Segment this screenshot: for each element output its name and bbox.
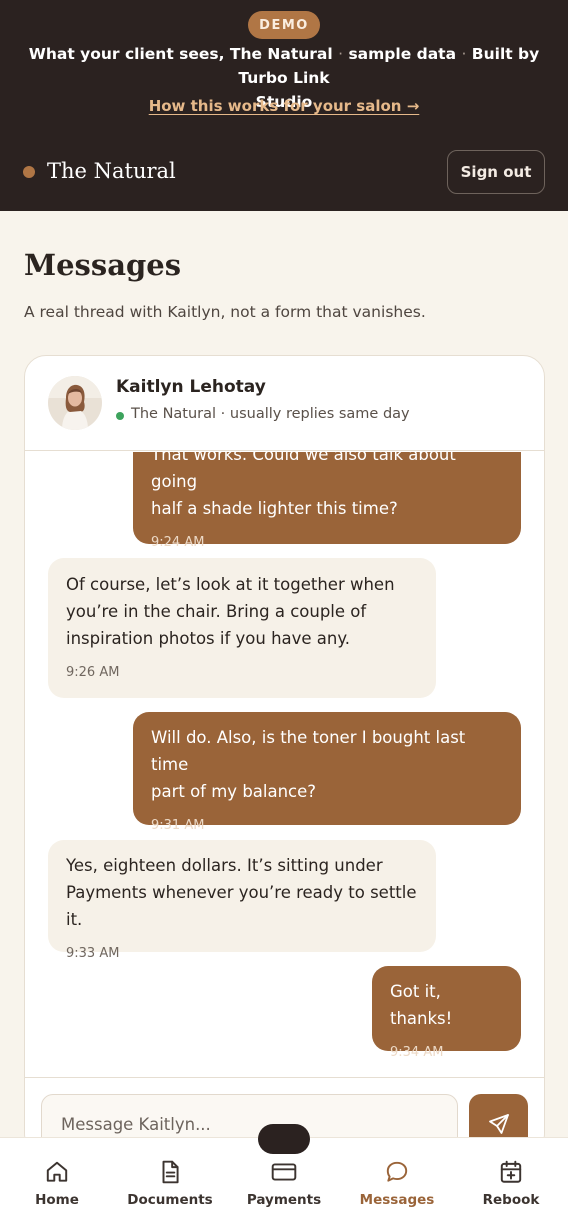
chat-bubble-icon [384,1158,410,1186]
home-icon [44,1158,70,1186]
brand-dot [23,166,35,178]
nav-home[interactable]: Home [1,1138,113,1230]
message-bubble-outgoing: Got it, thanks! 9:34 AM [372,966,521,1060]
nav-label: Payments [246,1192,322,1208]
demo-badge: DEMO [248,11,320,39]
banner-separator: · [338,45,344,63]
message-time: 9:34 AM [390,1045,444,1060]
avatar [48,376,102,430]
message-time: 9:33 AM [66,946,120,961]
nav-documents[interactable]: Documents [114,1138,226,1230]
brand-name: The Natural [47,159,176,183]
message-text: Of course, let’s look at it together whe… [66,575,395,648]
nav-label: Rebook [482,1192,540,1208]
how-it-works-link[interactable]: How this works for your salon → [0,97,568,115]
page-title: Messages [24,248,182,282]
message-thread[interactable]: That works. Could we also talk about goi… [25,452,544,1077]
message-text: That works. Could we also talk about goi… [151,452,456,518]
nav-rebook[interactable]: Rebook [455,1138,567,1230]
message-bubble-incoming: Yes, eighteen dollars. It’s sitting unde… [48,840,436,961]
online-status-dot [116,412,124,420]
page-subtitle: A real thread with Kaitlyn, not a form t… [24,303,426,321]
credit-card-icon [270,1158,298,1186]
message-text: Got it, thanks! [390,982,453,1028]
nav-label: Messages [359,1192,435,1208]
message-bubble-outgoing: That works. Could we also talk about goi… [133,452,521,550]
message-text: Will do. Also, is the toner I bought las… [151,728,466,801]
chat-card: Kaitlyn Lehotay The Natural · usually re… [24,355,545,1155]
message-bubble-incoming: Of course, let’s look at it together whe… [48,558,436,698]
contact-name: Kaitlyn Lehotay [116,377,266,397]
nav-label: Documents [127,1192,213,1208]
floating-pill [258,1124,310,1154]
message-time: 9:31 AM [151,818,205,833]
contact-status: The Natural · usually replies same day [131,406,410,422]
message-time: 9:26 AM [66,665,120,680]
chat-header: Kaitlyn Lehotay The Natural · usually re… [25,356,544,451]
demo-banner: DEMO What your client sees, The Natural … [0,0,568,211]
banner-separator: · [461,45,467,63]
message-text: Yes, eighteen dollars. It’s sitting unde… [66,856,417,929]
banner-text-part: sample data [348,45,457,63]
banner-text-part: What your client sees, The Natural [28,45,333,63]
nav-label: Home [35,1192,79,1208]
nav-messages[interactable]: Messages [341,1138,453,1230]
message-bubble-outgoing: Will do. Also, is the toner I bought las… [133,712,521,833]
sign-out-button[interactable]: Sign out [447,150,545,194]
send-icon [488,1114,509,1134]
document-icon [157,1158,183,1186]
calendar-plus-icon [498,1158,524,1186]
message-time: 9:24 AM [151,535,205,550]
